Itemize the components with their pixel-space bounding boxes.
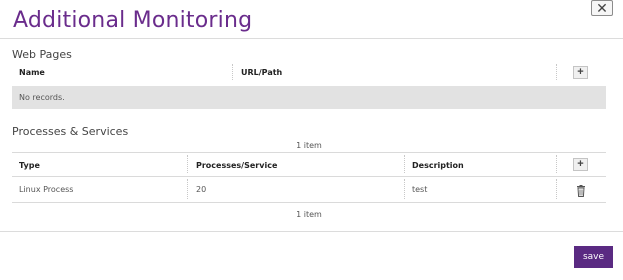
pager-info-bottom: 1 item (296, 210, 322, 219)
column-header-url[interactable]: URL/Path (241, 68, 282, 77)
cell-service: 20 (196, 185, 207, 194)
column-separator (556, 64, 557, 80)
add-process-button[interactable]: + (573, 158, 588, 171)
processes-grid: Type Processes/Service Description + (12, 152, 606, 202)
column-header-service[interactable]: Processes/Service (196, 161, 277, 170)
column-header-description[interactable]: Description (412, 161, 464, 170)
column-header-type[interactable]: Type (19, 161, 40, 170)
empty-records-row: No records. (12, 86, 606, 109)
plus-icon: + (577, 158, 584, 170)
plus-icon: + (577, 66, 584, 78)
pager-info-top: 1 item (296, 141, 322, 150)
save-button[interactable]: save (574, 246, 613, 268)
cell-type: Linux Process (19, 185, 74, 194)
cell-description: test (412, 185, 428, 194)
column-separator (187, 179, 188, 199)
modal-title: Additional Monitoring (13, 8, 253, 33)
add-web-page-button[interactable]: + (573, 66, 588, 79)
divider (12, 202, 606, 203)
column-separator (404, 179, 405, 199)
column-header-name[interactable]: Name (19, 68, 45, 77)
trash-icon[interactable] (576, 185, 586, 197)
column-separator (232, 64, 233, 80)
column-separator (404, 155, 405, 173)
close-icon: ✕ (596, 0, 608, 16)
divider (12, 176, 606, 177)
processes-title: Processes & Services (12, 125, 129, 138)
column-separator (556, 179, 557, 199)
column-separator (187, 155, 188, 173)
column-separator (556, 155, 557, 173)
close-button[interactable]: ✕ (591, 0, 613, 16)
